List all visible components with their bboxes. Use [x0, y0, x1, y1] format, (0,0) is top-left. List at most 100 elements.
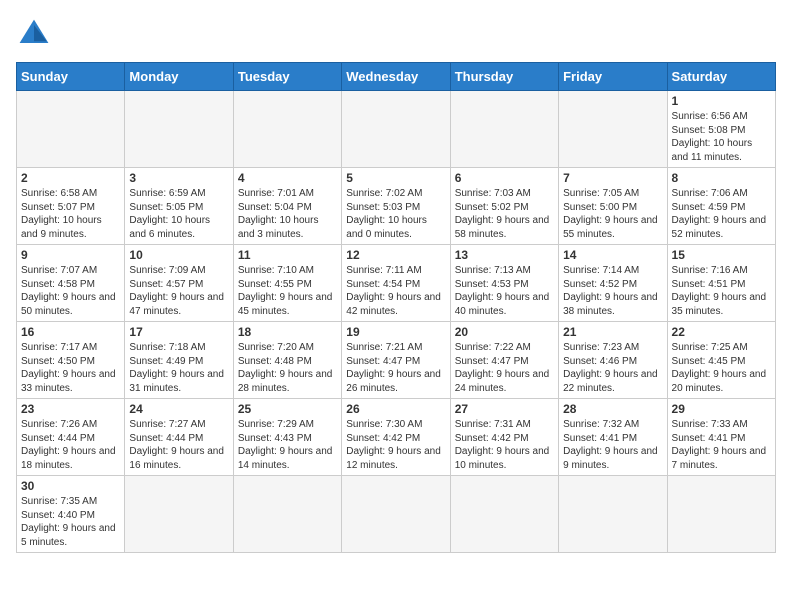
calendar-cell: 1 Sunrise: 6:56 AM Sunset: 5:08 PM Daylig…: [667, 91, 775, 168]
day-number: 21: [563, 325, 662, 339]
calendar-header-row: SundayMondayTuesdayWednesdayThursdayFrid…: [17, 63, 776, 91]
header: [16, 16, 776, 52]
day-info: Sunrise: 7:27 AM Sunset: 4:44 PM Dayligh…: [129, 418, 228, 472]
day-number: 16: [21, 325, 120, 339]
calendar-cell: 27 Sunrise: 7:31 AM Sunset: 4:42 PM Dayli…: [450, 399, 558, 476]
day-header-saturday: Saturday: [667, 63, 775, 91]
day-info: Sunrise: 6:56 AM Sunset: 5:08 PM Dayligh…: [672, 110, 771, 164]
day-info: Sunrise: 7:30 AM Sunset: 4:42 PM Dayligh…: [346, 418, 445, 472]
calendar-cell: [233, 91, 341, 168]
day-number: 1: [672, 94, 771, 108]
day-number: 13: [455, 248, 554, 262]
calendar-week-row: 16 Sunrise: 7:17 AM Sunset: 4:50 PM Dayli…: [17, 322, 776, 399]
day-info: Sunrise: 7:06 AM Sunset: 4:59 PM Dayligh…: [672, 187, 771, 241]
day-number: 24: [129, 402, 228, 416]
calendar-cell: 3 Sunrise: 6:59 AM Sunset: 5:05 PM Daylig…: [125, 168, 233, 245]
day-info: Sunrise: 6:58 AM Sunset: 5:07 PM Dayligh…: [21, 187, 120, 241]
calendar-cell: 18Sunrise: 7:20 AM Sunset: 4:48 PM Dayli…: [233, 322, 341, 399]
day-number: 15: [672, 248, 771, 262]
day-info: Sunrise: 7:13 AM Sunset: 4:53 PM Dayligh…: [455, 264, 554, 318]
day-info: Sunrise: 7:33 AM Sunset: 4:41 PM Dayligh…: [672, 418, 771, 472]
calendar-cell: 13 Sunrise: 7:13 AM Sunset: 4:53 PM Dayli…: [450, 245, 558, 322]
day-number: 25: [238, 402, 337, 416]
day-info: Sunrise: 7:17 AM Sunset: 4:50 PM Dayligh…: [21, 341, 120, 395]
day-header-sunday: Sunday: [17, 63, 125, 91]
day-number: 9: [21, 248, 120, 262]
day-info: Sunrise: 7:10 AM Sunset: 4:55 PM Dayligh…: [238, 264, 337, 318]
day-number: 12: [346, 248, 445, 262]
day-info: Sunrise: 7:20 AM Sunset: 4:48 PM Dayligh…: [238, 341, 337, 395]
day-number: 10: [129, 248, 228, 262]
day-info: Sunrise: 7:22 AM Sunset: 4:47 PM Dayligh…: [455, 341, 554, 395]
calendar-cell: 19Sunrise: 7:21 AM Sunset: 4:47 PM Dayli…: [342, 322, 450, 399]
day-info: Sunrise: 7:23 AM Sunset: 4:46 PM Dayligh…: [563, 341, 662, 395]
day-number: 30: [21, 479, 120, 493]
calendar-cell: 15 Sunrise: 7:16 AM Sunset: 4:51 PM Dayli…: [667, 245, 775, 322]
day-header-tuesday: Tuesday: [233, 63, 341, 91]
calendar-week-row: 9 Sunrise: 7:07 AM Sunset: 4:58 PM Daylig…: [17, 245, 776, 322]
day-number: 23: [21, 402, 120, 416]
calendar-week-row: 23 Sunrise: 7:26 AM Sunset: 4:44 PM Dayli…: [17, 399, 776, 476]
calendar-cell: 29 Sunrise: 7:33 AM Sunset: 4:41 PM Dayli…: [667, 399, 775, 476]
calendar-week-row: 2Sunrise: 6:58 AM Sunset: 5:07 PM Daylig…: [17, 168, 776, 245]
calendar-cell: [125, 476, 233, 553]
day-number: 29: [672, 402, 771, 416]
day-header-wednesday: Wednesday: [342, 63, 450, 91]
calendar-week-row: 30 Sunrise: 7:35 AM Sunset: 4:40 PM Dayli…: [17, 476, 776, 553]
day-info: Sunrise: 7:03 AM Sunset: 5:02 PM Dayligh…: [455, 187, 554, 241]
calendar-cell: 17Sunrise: 7:18 AM Sunset: 4:49 PM Dayli…: [125, 322, 233, 399]
day-info: Sunrise: 7:01 AM Sunset: 5:04 PM Dayligh…: [238, 187, 337, 241]
calendar-cell: [667, 476, 775, 553]
day-header-monday: Monday: [125, 63, 233, 91]
day-info: Sunrise: 7:31 AM Sunset: 4:42 PM Dayligh…: [455, 418, 554, 472]
calendar-cell: 5Sunrise: 7:02 AM Sunset: 5:03 PM Daylig…: [342, 168, 450, 245]
day-info: Sunrise: 7:26 AM Sunset: 4:44 PM Dayligh…: [21, 418, 120, 472]
day-info: Sunrise: 7:18 AM Sunset: 4:49 PM Dayligh…: [129, 341, 228, 395]
calendar-cell: 4Sunrise: 7:01 AM Sunset: 5:04 PM Daylig…: [233, 168, 341, 245]
calendar-cell: 26 Sunrise: 7:30 AM Sunset: 4:42 PM Dayli…: [342, 399, 450, 476]
day-number: 20: [455, 325, 554, 339]
day-number: 5: [346, 171, 445, 185]
calendar-cell: [342, 476, 450, 553]
page: SundayMondayTuesdayWednesdayThursdayFrid…: [0, 0, 792, 563]
calendar-cell: 25 Sunrise: 7:29 AM Sunset: 4:43 PM Dayli…: [233, 399, 341, 476]
calendar-cell: [559, 91, 667, 168]
day-header-friday: Friday: [559, 63, 667, 91]
calendar-cell: 14 Sunrise: 7:14 AM Sunset: 4:52 PM Dayli…: [559, 245, 667, 322]
day-info: Sunrise: 7:07 AM Sunset: 4:58 PM Dayligh…: [21, 264, 120, 318]
logo-icon: [16, 16, 52, 52]
day-number: 27: [455, 402, 554, 416]
day-info: Sunrise: 7:29 AM Sunset: 4:43 PM Dayligh…: [238, 418, 337, 472]
day-info: Sunrise: 7:14 AM Sunset: 4:52 PM Dayligh…: [563, 264, 662, 318]
day-info: Sunrise: 7:11 AM Sunset: 4:54 PM Dayligh…: [346, 264, 445, 318]
day-info: Sunrise: 7:16 AM Sunset: 4:51 PM Dayligh…: [672, 264, 771, 318]
calendar-cell: 8 Sunrise: 7:06 AM Sunset: 4:59 PM Daylig…: [667, 168, 775, 245]
calendar-cell: 23 Sunrise: 7:26 AM Sunset: 4:44 PM Dayli…: [17, 399, 125, 476]
calendar-cell: [342, 91, 450, 168]
calendar-cell: 22Sunrise: 7:25 AM Sunset: 4:45 PM Dayli…: [667, 322, 775, 399]
day-number: 22: [672, 325, 771, 339]
calendar-cell: 28Sunrise: 7:32 AM Sunset: 4:41 PM Dayli…: [559, 399, 667, 476]
calendar-cell: 16 Sunrise: 7:17 AM Sunset: 4:50 PM Dayli…: [17, 322, 125, 399]
day-number: 26: [346, 402, 445, 416]
calendar-cell: 11 Sunrise: 7:10 AM Sunset: 4:55 PM Dayli…: [233, 245, 341, 322]
calendar-cell: 24 Sunrise: 7:27 AM Sunset: 4:44 PM Dayli…: [125, 399, 233, 476]
day-number: 19: [346, 325, 445, 339]
calendar-cell: 2Sunrise: 6:58 AM Sunset: 5:07 PM Daylig…: [17, 168, 125, 245]
calendar-cell: 20 Sunrise: 7:22 AM Sunset: 4:47 PM Dayli…: [450, 322, 558, 399]
day-number: 3: [129, 171, 228, 185]
day-number: 11: [238, 248, 337, 262]
calendar-cell: 12 Sunrise: 7:11 AM Sunset: 4:54 PM Dayli…: [342, 245, 450, 322]
day-info: Sunrise: 7:32 AM Sunset: 4:41 PM Dayligh…: [563, 418, 662, 472]
calendar-cell: 30 Sunrise: 7:35 AM Sunset: 4:40 PM Dayli…: [17, 476, 125, 553]
calendar-cell: [125, 91, 233, 168]
day-number: 8: [672, 171, 771, 185]
calendar-cell: [233, 476, 341, 553]
calendar-cell: [17, 91, 125, 168]
day-info: Sunrise: 6:59 AM Sunset: 5:05 PM Dayligh…: [129, 187, 228, 241]
calendar: SundayMondayTuesdayWednesdayThursdayFrid…: [16, 62, 776, 553]
calendar-cell: 6Sunrise: 7:03 AM Sunset: 5:02 PM Daylig…: [450, 168, 558, 245]
logo: [16, 16, 56, 52]
day-info: Sunrise: 7:35 AM Sunset: 4:40 PM Dayligh…: [21, 495, 120, 549]
day-number: 14: [563, 248, 662, 262]
